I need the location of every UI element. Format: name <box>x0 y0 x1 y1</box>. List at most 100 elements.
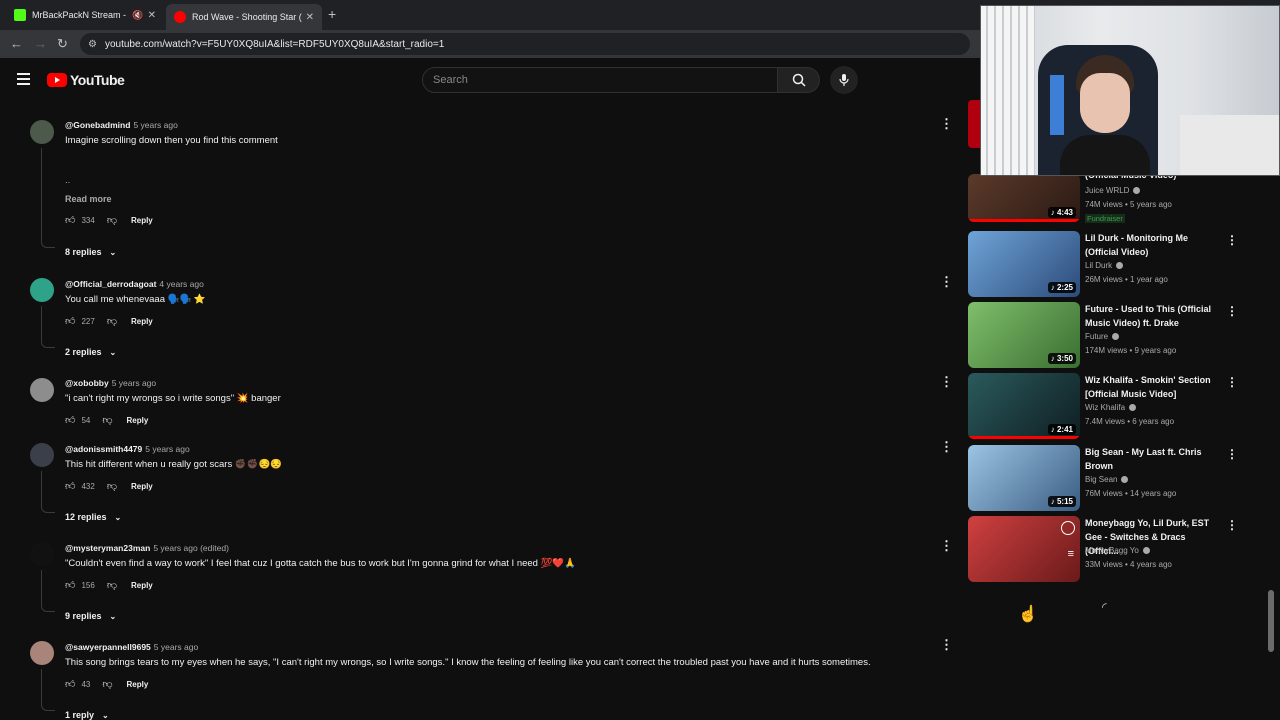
scrollbar-thumb[interactable] <box>1268 590 1274 652</box>
sidebar-video-item[interactable]: ♪ 2:25 Lil Durk - Monitoring Me (Officia… <box>968 231 1248 297</box>
comment-age[interactable]: 5 years ago (edited) <box>153 543 229 553</box>
more-actions-icon[interactable]: ⋮ <box>940 538 953 554</box>
video-thumbnail[interactable]: ≡ <box>968 516 1080 582</box>
comment-handle[interactable]: @Official_derrodagoat <box>65 279 156 289</box>
reply-button[interactable]: Reply <box>131 581 153 590</box>
sidebar-video-item[interactable]: ♪ 3:50 Future - Used to This (Official M… <box>968 302 1248 368</box>
reply-button[interactable]: Reply <box>127 680 149 689</box>
more-actions-icon[interactable]: ⋮ <box>940 374 953 390</box>
channel-name[interactable]: Juice WRLD <box>1085 186 1141 195</box>
read-more-link[interactable]: Read more <box>65 194 112 204</box>
comment-author[interactable]: @sawyerpannell9695 5 years ago <box>65 642 198 652</box>
video-thumbnail[interactable]: ♪ 2:41 <box>968 373 1080 439</box>
view-replies-button[interactable]: 12 replies ⌄ <box>65 512 121 522</box>
sidebar-video-item[interactable]: ♪ 2:41 Wiz Khalifa - Smokin' Section [Of… <box>968 373 1248 439</box>
like-icon[interactable]: 👍︎ <box>65 678 75 690</box>
view-replies-button[interactable]: 8 replies ⌄ <box>65 247 116 257</box>
video-title[interactable]: Lil Durk - Monitoring Me (Official Video… <box>1085 231 1215 259</box>
like-icon[interactable]: 👍︎ <box>65 480 75 492</box>
more-actions-icon[interactable]: ⋮ <box>940 116 953 132</box>
dislike-icon[interactable]: 👎︎ <box>107 579 117 591</box>
search-input[interactable]: Search <box>422 67 778 93</box>
comment-handle[interactable]: @xobobby <box>65 378 109 388</box>
dislike-icon[interactable]: 👎︎ <box>107 315 117 327</box>
comment-author[interactable]: @Official_derrodagoat 4 years ago <box>65 279 204 289</box>
comment-age[interactable]: 5 years ago <box>145 444 189 454</box>
avatar[interactable] <box>30 120 54 144</box>
more-actions-icon[interactable]: ⋮ <box>1226 233 1238 247</box>
view-replies-button[interactable]: 1 reply ⌄ <box>65 710 109 720</box>
comment-age[interactable]: 4 years ago <box>159 279 203 289</box>
video-thumbnail[interactable]: ♪ 4:43 <box>968 174 1080 222</box>
reply-button[interactable]: Reply <box>131 216 153 225</box>
avatar[interactable] <box>30 641 54 665</box>
reply-button[interactable]: Reply <box>127 416 149 425</box>
reply-button[interactable]: Reply <box>131 482 153 491</box>
comment-handle[interactable]: @sawyerpannell9695 <box>65 642 151 652</box>
youtube-logo[interactable]: YouTube <box>47 72 125 88</box>
channel-name[interactable]: Lil Durk <box>1085 261 1124 270</box>
avatar[interactable] <box>30 542 54 566</box>
forward-arrow-icon[interactable]: → <box>34 36 47 51</box>
more-actions-icon[interactable]: ⋮ <box>940 274 953 290</box>
reply-button[interactable]: Reply <box>131 317 153 326</box>
video-title[interactable]: Big Sean - My Last ft. Chris Brown <box>1085 445 1215 473</box>
video-thumbnail[interactable]: ♪ 5:15 <box>968 445 1080 511</box>
menu-icon[interactable] <box>17 73 30 85</box>
video-title[interactable]: Future - Used to This (Official Music Vi… <box>1085 302 1215 330</box>
video-title[interactable]: Wiz Khalifa - Smokin' Section [Official … <box>1085 373 1215 401</box>
dislike-icon[interactable]: 👎︎ <box>107 480 117 492</box>
search-button[interactable] <box>778 67 820 93</box>
like-icon[interactable]: 👍︎ <box>65 315 75 327</box>
voice-search-button[interactable] <box>830 66 858 94</box>
view-replies-button[interactable]: 2 replies ⌄ <box>65 347 116 357</box>
watch-later-icon[interactable] <box>1061 521 1075 535</box>
comment-handle[interactable]: @adonissmith4479 <box>65 444 142 454</box>
channel-name[interactable]: Future <box>1085 332 1120 341</box>
browser-tab-kick[interactable]: MrBackPackN Stream - Wa 🔇 ✕ <box>6 4 164 26</box>
channel-name[interactable]: Wiz Khalifa <box>1085 403 1137 412</box>
partial-video-thumbnail[interactable] <box>968 100 980 148</box>
back-arrow-icon[interactable]: ← <box>10 36 23 51</box>
sidebar-video-item[interactable]: ≡ Moneybagg Yo, Lil Durk, EST Gee - Swit… <box>968 516 1248 582</box>
more-actions-icon[interactable]: ⋮ <box>1226 304 1238 318</box>
comment-age[interactable]: 5 years ago <box>112 378 156 388</box>
sidebar-video-item[interactable]: ♪ 4:43 (Official Music Video) Juice WRLD… <box>968 170 1248 223</box>
more-actions-icon[interactable]: ⋮ <box>1226 447 1238 461</box>
address-bar[interactable]: ⚙ youtube.com/watch?v=F5UY0XQ8uIA&list=R… <box>80 33 970 55</box>
comment-author[interactable]: @Gonebadmind 5 years ago <box>65 120 178 130</box>
browser-tab-youtube[interactable]: Rod Wave - Shooting Star (Offi ✕ <box>166 4 322 30</box>
comment-age[interactable]: 5 years ago <box>154 642 198 652</box>
more-actions-icon[interactable]: ⋮ <box>1226 518 1238 532</box>
more-actions-icon[interactable]: ⋮ <box>1226 375 1238 389</box>
new-tab-icon[interactable]: + <box>328 6 336 22</box>
close-tab-icon[interactable]: ✕ <box>148 10 156 21</box>
avatar[interactable] <box>30 278 54 302</box>
video-thumbnail[interactable]: ♪ 2:25 <box>968 231 1080 297</box>
avatar[interactable] <box>30 378 54 402</box>
add-to-queue-icon[interactable]: ≡ <box>1068 548 1074 560</box>
dislike-icon[interactable]: 👎︎ <box>102 678 112 690</box>
dislike-icon[interactable]: 👎︎ <box>107 214 117 226</box>
close-tab-icon[interactable]: ✕ <box>306 12 314 23</box>
reload-icon[interactable]: ↻ <box>57 36 68 52</box>
more-actions-icon[interactable]: ⋮ <box>940 439 953 455</box>
mute-icon[interactable]: 🔇 <box>132 10 143 21</box>
channel-name[interactable]: MoneyBagg Yo <box>1085 546 1150 555</box>
video-thumbnail[interactable]: ♪ 3:50 <box>968 302 1080 368</box>
view-replies-button[interactable]: 9 replies ⌄ <box>65 611 116 621</box>
like-icon[interactable]: 👍︎ <box>65 214 75 226</box>
sidebar-video-item[interactable]: ♪ 5:15 Big Sean - My Last ft. Chris Brow… <box>968 445 1248 511</box>
comment-age[interactable]: 5 years ago <box>133 120 177 130</box>
avatar[interactable] <box>30 443 54 467</box>
comment-author[interactable]: @mysteryman23man 5 years ago (edited) <box>65 543 229 553</box>
channel-name[interactable]: Big Sean <box>1085 475 1129 484</box>
comment-author[interactable]: @adonissmith4479 5 years ago <box>65 444 190 454</box>
more-actions-icon[interactable]: ⋮ <box>940 637 953 653</box>
comment-author[interactable]: @xobobby 5 years ago <box>65 378 156 388</box>
site-info-icon[interactable]: ⚙ <box>88 39 97 50</box>
like-icon[interactable]: 👍︎ <box>65 414 75 426</box>
comment-handle[interactable]: @mysteryman23man <box>65 543 150 553</box>
dislike-icon[interactable]: 👎︎ <box>102 414 112 426</box>
like-icon[interactable]: 👍︎ <box>65 579 75 591</box>
